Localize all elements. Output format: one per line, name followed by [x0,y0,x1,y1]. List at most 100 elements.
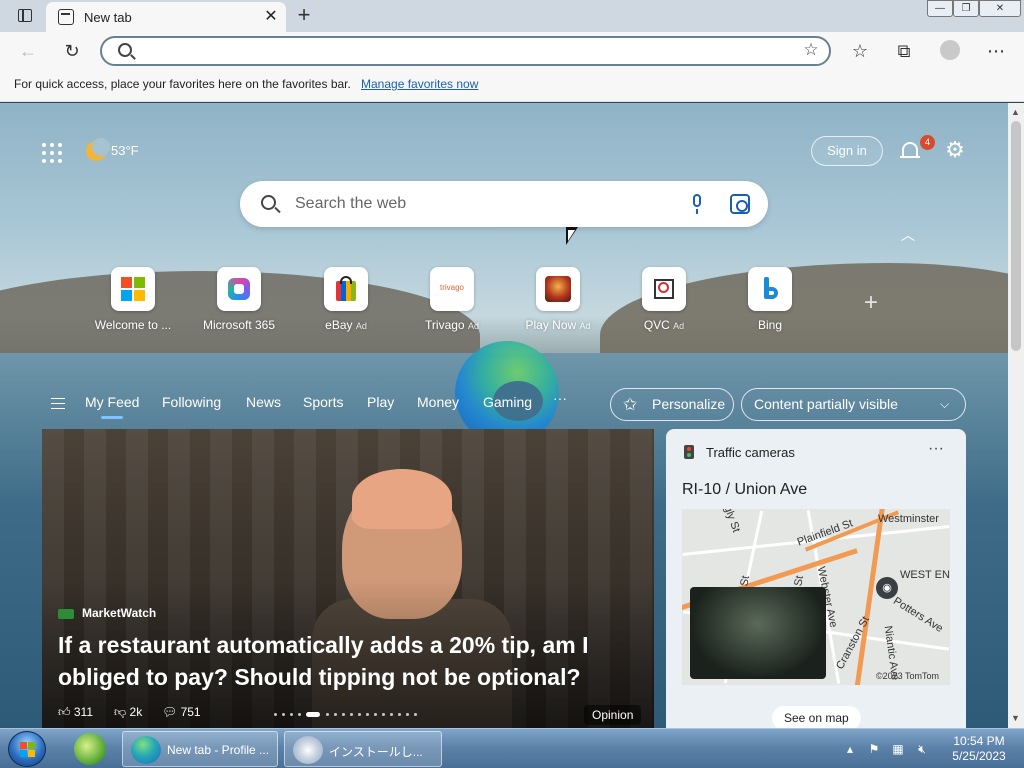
profile-icon[interactable] [938,40,962,62]
settings-gear-icon[interactable]: ⚙ [943,138,967,162]
sign-in-button[interactable]: Sign in [811,136,883,166]
quick-link-welcome[interactable]: Welcome to ... [88,267,178,337]
app-launcher-icon[interactable] [42,143,62,163]
address-bar[interactable]: ☆ [100,36,831,66]
windows-logo-icon [20,742,36,758]
comment-count: 751 [180,705,201,719]
traffic-camera-thumbnail[interactable] [690,587,826,679]
quick-link-trivago[interactable]: trivago Trivago Ad [407,267,497,337]
back-icon[interactable]: ← [16,40,40,62]
collections-icon[interactable]: ⧉ [892,40,916,62]
action-center-icon[interactable]: ⚑ [866,741,882,757]
comments-button[interactable]: 💬︎ 751 [162,705,201,719]
bing-logo-icon [748,267,792,311]
clock-time: 10:54 PM [953,734,1005,748]
trivago-logo-text: trivago [439,283,464,292]
see-on-map-button[interactable]: See on map [772,706,861,728]
map-copyright: ©2023 TomTom [876,671,939,681]
search-input[interactable]: Search the web [295,195,406,213]
quick-link-play-now[interactable]: Play Now Ad [513,267,603,337]
mouse-cursor-icon [566,227,578,245]
notification-count-badge: 4 [920,135,935,150]
volume-muted-icon[interactable]: 🔇︎ [914,741,930,757]
more-icon[interactable]: ⋯ [984,40,1008,62]
quick-link-bing[interactable]: Bing [725,267,815,337]
new-tab-button[interactable]: + [292,4,316,28]
add-quick-link-button[interactable]: + [864,289,878,317]
start-button[interactable] [8,731,46,767]
personalize-button[interactable]: ✩ Personalize [610,388,734,421]
scrollbar-thumb[interactable] [1011,121,1021,351]
map-street-label: St [792,574,807,588]
quick-link-microsoft-365[interactable]: Microsoft 365 [194,267,284,337]
story-source: MarketWatch [82,606,157,620]
map-street-label: Potters Ave [891,595,945,635]
windows-taskbar: New tab - Profile ... インストールし... ▴ ⚑ ▦ 🔇… [0,728,1024,768]
add-favorite-icon[interactable]: ☆ [800,39,822,61]
favorites-icon[interactable]: ☆ [848,40,872,62]
menu-hamburger-icon[interactable] [51,398,65,409]
taskbar-button-label: New tab - Profile ... [167,743,270,757]
tab-following[interactable]: Following [162,394,221,410]
moon-icon [86,138,110,161]
visual-search-icon[interactable] [730,194,750,214]
scroll-down-icon[interactable]: ▼ [1011,713,1020,723]
close-window-button[interactable]: ✕ [979,0,1021,17]
pinned-app-icon[interactable] [70,731,114,767]
weather-temperature: 53°F [111,143,139,158]
marketwatch-logo-icon [58,609,74,619]
more-tabs-button[interactable]: ··· [553,390,567,406]
quick-link-label: Microsoft 365 [202,318,276,332]
system-tray: ▴ ⚑ ▦ 🔇︎ 10:54 PM 5/25/2023 [840,729,1024,768]
network-icon[interactable]: ▦ [890,741,906,757]
tab-gaming[interactable]: Gaming [483,394,532,410]
dislike-button[interactable]: 👎︎ 2k [114,705,142,720]
camera-marker-icon[interactable]: ◉ [876,577,898,599]
tab-actions-button[interactable] [8,6,40,26]
like-count: 311 [73,705,94,719]
traffic-more-button[interactable]: ··· [928,440,944,458]
dislike-count: 2k [129,705,143,719]
restore-button[interactable]: ❐ [953,0,979,17]
quick-link-qvc[interactable]: QVC Ad [619,267,709,337]
traffic-map[interactable]: gly St Westminster Plainfield St WEST EN… [682,509,950,685]
active-tab-indicator [101,416,123,419]
quick-link-ebay[interactable]: eBay Ad [301,267,391,337]
taskbar-clock[interactable]: 10:54 PM 5/25/2023 [946,734,1012,764]
collapse-chevron-up-icon[interactable]: ︿ [901,225,915,245]
tab-title: New tab [84,10,132,25]
scroll-up-icon[interactable]: ▲ [1011,107,1020,117]
refresh-icon[interactable]: ↻ [60,40,84,62]
top-story-card[interactable]: MarketWatch If a restaurant automaticall… [42,429,654,728]
page-scrollbar[interactable]: ▲ ▼ [1008,103,1024,728]
content-visibility-dropdown[interactable]: Content partially visible ⌵ [741,388,966,421]
notifications-bell-icon[interactable] [899,139,921,161]
microsoft-365-icon [217,267,261,311]
taskbar-installer-button[interactable]: インストールし... [284,731,442,767]
web-search-box[interactable]: Search the web [240,181,768,227]
map-street-label: WEST EN [900,569,950,581]
tab-sports[interactable]: Sports [303,394,343,410]
tab-play[interactable]: Play [367,394,394,410]
carousel-pagination[interactable] [274,712,424,718]
tab-close-button[interactable]: ✕ [262,8,280,26]
traffic-card-title: Traffic cameras [706,445,795,460]
like-button[interactable]: 👍︎ 311 [58,705,93,720]
quick-link-label: Trivago [425,318,465,332]
microphone-icon[interactable] [688,193,706,215]
tab-money[interactable]: Money [417,394,459,410]
minimize-button[interactable]: — [927,0,953,17]
tab-new-tab[interactable]: New tab ✕ [46,2,286,32]
tab-my-feed[interactable]: My Feed [85,394,139,410]
personalize-star-icon: ✩ [623,395,638,414]
taskbar-edge-button[interactable]: New tab - Profile ... [122,731,278,767]
show-hidden-icons-icon[interactable]: ▴ [842,741,858,757]
ad-label: Ad [673,321,685,331]
quick-link-label: Play Now [525,318,577,332]
address-search-icon [118,43,132,57]
story-headline[interactable]: If a restaurant automatically adds a 20%… [58,629,638,693]
story-photo-detail [352,469,452,529]
manage-favorites-link[interactable]: Manage favorites now [361,77,478,91]
tab-news[interactable]: News [246,394,281,410]
edge-icon [131,736,161,764]
